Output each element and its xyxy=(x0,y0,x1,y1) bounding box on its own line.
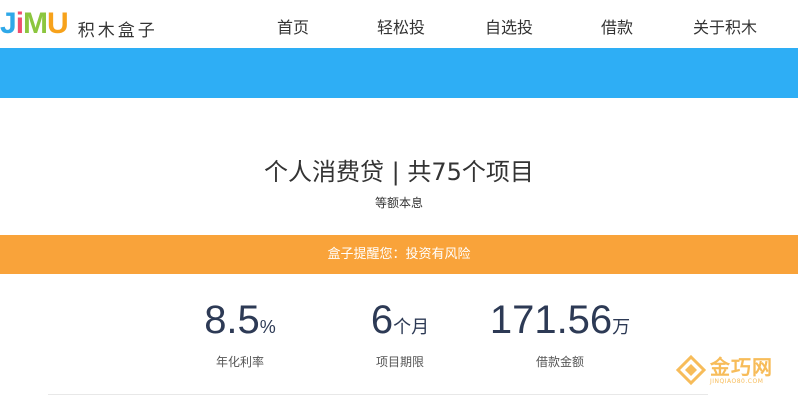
stat-term: 6个月 项目期限 xyxy=(352,298,448,370)
loan-amount-value: 171.56 xyxy=(489,298,613,342)
product-title: 个人消费贷 | 共75个项目 xyxy=(264,158,534,186)
stat-annual-rate: 8.5% 年化利率 xyxy=(188,298,292,370)
header: J i M U 积木盒子 首页 轻松投 自选投 借款 关于积木 xyxy=(0,0,798,48)
watermark-en: JINQIAO80.COM xyxy=(710,377,764,385)
term-unit: 个月 xyxy=(393,317,430,337)
nav-easy-invest[interactable]: 轻松投 xyxy=(377,14,425,38)
main-nav: 首页 轻松投 自选投 借款 关于积木 xyxy=(0,0,798,48)
nav-borrow[interactable]: 借款 xyxy=(601,14,633,38)
watermark: 金巧网 JINQIAO80.COM xyxy=(675,354,773,386)
nav-about[interactable]: 关于积木 xyxy=(693,14,757,38)
stat-loan-amount: 171.56万 借款金额 xyxy=(478,298,642,370)
divider xyxy=(48,394,708,395)
watermark-diamond-icon xyxy=(675,354,707,386)
watermark-cn: 金巧网 xyxy=(710,354,773,379)
repayment-method: 等额本息 xyxy=(374,196,423,210)
term-label: 项目期限 xyxy=(375,355,424,369)
nav-self-select-invest[interactable]: 自选投 xyxy=(485,14,533,38)
stat-value: 6个月 xyxy=(352,298,448,349)
annual-rate-label: 年化利率 xyxy=(215,355,264,369)
stat-value: 8.5% xyxy=(188,298,292,349)
annual-rate-unit: % xyxy=(259,317,276,337)
watermark-text: 金巧网 JINQIAO80.COM xyxy=(710,356,773,385)
loan-amount-label: 借款金额 xyxy=(535,355,584,369)
loan-amount-unit: 万 xyxy=(612,317,631,337)
blue-banner xyxy=(0,48,798,98)
term-value: 6 xyxy=(370,298,394,342)
nav-home[interactable]: 首页 xyxy=(277,14,309,38)
annual-rate-value: 8.5 xyxy=(204,298,260,342)
stat-value: 171.56万 xyxy=(478,298,642,349)
risk-notice: 盒子提醒您：投资有风险 xyxy=(0,235,798,274)
